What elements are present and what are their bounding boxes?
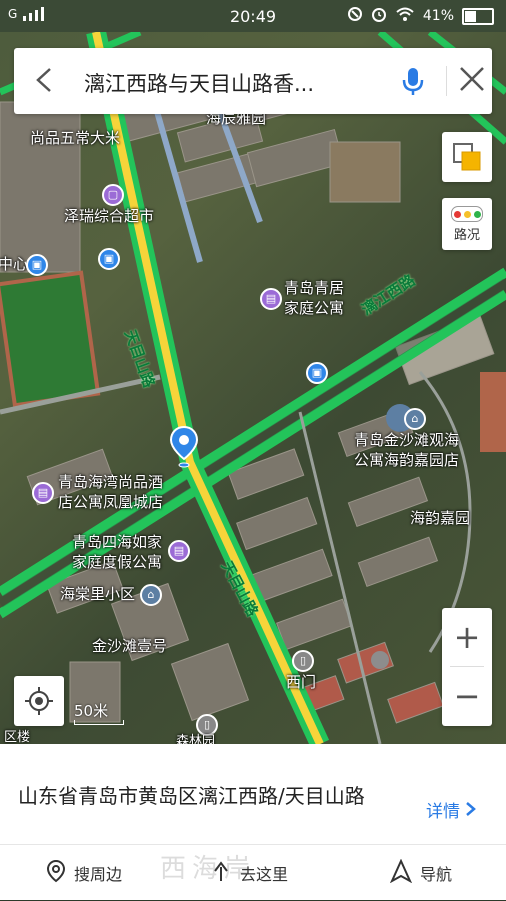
detail-label: 详情 [426, 802, 460, 822]
scale-bar [74, 720, 124, 725]
battery-icon [462, 7, 494, 25]
go-here-button[interactable]: 去这里 [210, 859, 288, 887]
hotel-icon[interactable]: ▤ [168, 540, 190, 562]
wifi-icon [395, 6, 415, 26]
location-detail-panel: 山东省青岛市黄岛区漓江西路/天目山路 详情 西海岸 搜周边 去这里 导航 [0, 744, 506, 900]
poi-label[interactable]: 青岛金沙滩观海 公寓海韵嘉园店 [354, 430, 459, 470]
location-pin-icon [46, 859, 66, 887]
gate-icon[interactable]: ▯ [292, 650, 314, 672]
locate-icon [24, 686, 54, 720]
navigate-label: 导航 [420, 865, 453, 884]
traffic-button[interactable]: 路况 [442, 198, 492, 250]
poi-label[interactable]: 青岛海湾尚品酒 店公寓凤凰城店 [58, 472, 163, 512]
bus-stop-icon[interactable]: ▣ [98, 248, 120, 270]
navigation-arrow-icon [389, 858, 413, 887]
poi-label: 海韵嘉园 [410, 509, 471, 527]
poi-label[interactable]: 青岛青居 家庭公寓 [284, 278, 344, 318]
poi-label: 金沙滩壹号 [92, 637, 168, 655]
divider [446, 66, 447, 96]
zoom-controls: + − [442, 608, 492, 726]
bus-stop-icon[interactable]: ▣ [26, 254, 48, 276]
shop-icon[interactable]: ▢ [102, 184, 124, 206]
zoom-in-button[interactable]: + [442, 608, 492, 666]
bus-stop-icon[interactable]: ▣ [306, 362, 328, 384]
residence-icon[interactable]: ⌂ [140, 584, 162, 606]
alarm-icon [371, 6, 387, 26]
search-input[interactable]: 漓江西路与天目山路香... [84, 68, 314, 98]
hotel-icon[interactable]: ▤ [32, 482, 54, 504]
close-icon[interactable] [454, 62, 490, 104]
hotel-icon[interactable]: ▤ [260, 288, 282, 310]
address-text: 山东省青岛市黄岛区漓江西路/天目山路 [18, 784, 365, 808]
status-bar: G 20:49 41% [0, 0, 506, 32]
location-pin-icon[interactable] [169, 425, 199, 469]
poi-label: 区楼 [4, 730, 31, 744]
battery-percent: 41% [422, 8, 454, 24]
poi-label[interactable]: 中心 [0, 254, 28, 274]
poi-label[interactable]: 尚品五常大米 [30, 128, 120, 148]
go-here-label: 去这里 [240, 865, 289, 884]
search-bar: 漓江西路与天目山路香... [14, 48, 492, 114]
do-not-disturb-icon [347, 6, 363, 26]
layers-button[interactable] [442, 132, 492, 182]
map-view[interactable]: 尚品五常大米 ▢ 泽瑞综合超市 海辰雅园 中心 ▣ ▣ ▤ 青岛青居 家庭公寓 … [0, 32, 506, 744]
poi-label: 森林园 [176, 734, 216, 744]
poi-label[interactable]: 青岛四海如家 家庭度假公寓 [72, 532, 162, 572]
chevron-right-icon [465, 802, 477, 822]
route-icon [210, 859, 232, 887]
traffic-label: 路况 [453, 228, 480, 243]
poi-label[interactable]: 西门 [286, 672, 316, 692]
action-bar: 搜周边 去这里 导航 [0, 844, 506, 901]
scale-label: 50米 [74, 702, 109, 720]
locate-button[interactable] [14, 676, 64, 726]
residence-icon[interactable]: ⌂ [404, 408, 426, 430]
poi-label[interactable]: 泽瑞综合超市 [64, 206, 154, 226]
layers-icon [452, 142, 482, 176]
navigate-button[interactable]: 导航 [389, 858, 453, 887]
search-nearby-button[interactable]: 搜周边 [46, 859, 122, 887]
zoom-out-button[interactable]: − [442, 667, 492, 725]
microphone-icon[interactable] [396, 64, 430, 98]
chevron-left-icon[interactable] [30, 65, 60, 95]
detail-link[interactable]: 详情 [426, 797, 477, 822]
poi-label[interactable]: 海棠里小区 [60, 584, 135, 604]
search-nearby-label: 搜周边 [74, 865, 123, 884]
traffic-light-icon [451, 206, 483, 222]
